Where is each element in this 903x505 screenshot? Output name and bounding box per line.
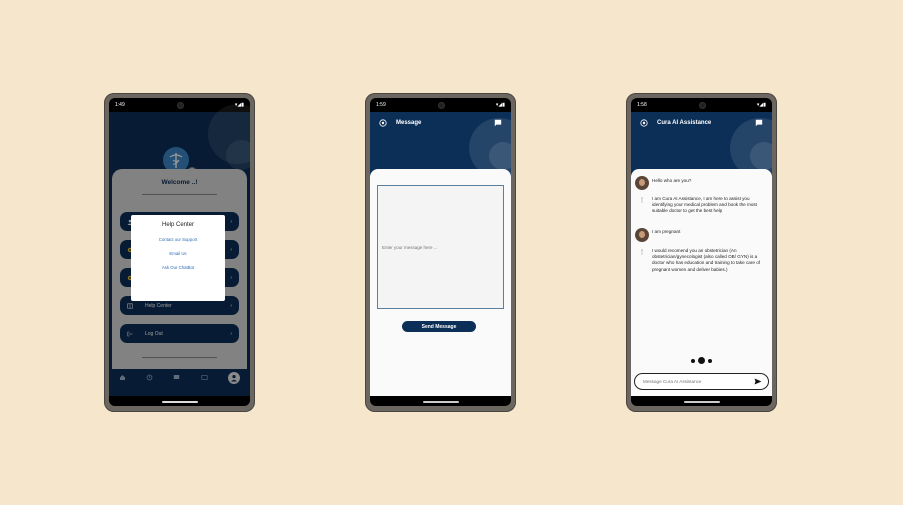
chat-message-user: I am pregnant [635, 228, 768, 242]
page-title: Cura AI Assistance [657, 120, 712, 126]
dialog-title: Help Center [161, 222, 194, 228]
phone-help-center: Welcome ..! › › › Help Center › Log Out … [104, 93, 255, 412]
message-input[interactable] [378, 186, 503, 308]
user-avatar [635, 228, 649, 242]
phone-ai-assistance: Cura AI Assistance Hello who are you? I … [626, 93, 777, 412]
status-time: 1:49 [115, 102, 125, 108]
message-body: Send Message [370, 169, 511, 396]
status-icons: ▾◢▮ [756, 102, 766, 108]
message-text: I am pregnant [652, 229, 681, 234]
phone-screen: Welcome ..! › › › Help Center › Log Out … [109, 98, 250, 406]
typing-dot [698, 357, 705, 364]
app-bar: Cura AI Assistance [631, 112, 772, 134]
app-bar: Message [370, 112, 511, 134]
user-avatar [635, 176, 649, 190]
contact-support-link[interactable]: Contact our Support [131, 237, 225, 242]
phone-message: Message Send Message 1:59 ▾◢▮ [365, 93, 516, 412]
chat-message-bot: I would recomend you an obstetrician (An… [635, 248, 768, 273]
status-time: 1:58 [637, 102, 647, 108]
home-indicator[interactable] [422, 401, 459, 403]
chat-input-bar[interactable] [634, 373, 769, 390]
help-center-dialog: Help Center Contact our Support Email Us… [131, 215, 225, 301]
chat-message-bot: I am Cura AI Assistance, I am here to as… [635, 196, 768, 215]
message-text: Hello who are you? [652, 178, 692, 183]
chat-message-user: Hello who are you? [635, 176, 768, 190]
decor-circle [489, 142, 511, 170]
chat-body: Hello who are you? I am Cura AI Assistan… [631, 169, 772, 396]
phone-screen: Cura AI Assistance Hello who are you? I … [631, 98, 772, 406]
typing-dot [691, 358, 695, 363]
home-indicator[interactable] [683, 401, 720, 403]
chat-app: Cura AI Assistance Hello who are you? I … [631, 112, 772, 396]
ask-chatbot-link[interactable]: Ask Our ChatBot [131, 265, 225, 270]
phone-screen: Message Send Message 1:59 ▾◢▮ [370, 98, 511, 406]
status-icons: ▾◢▮ [495, 102, 505, 108]
message-field[interactable] [377, 185, 504, 309]
chat-input[interactable] [641, 378, 754, 385]
message-text: I would recomend you an obstetrician (An… [652, 248, 761, 272]
email-us-link[interactable]: Email Us [131, 251, 225, 256]
status-icons: ▾◢▮ [234, 102, 244, 108]
message-app: Message Send Message [370, 112, 511, 396]
send-icon[interactable] [754, 378, 762, 385]
add-circle-icon[interactable] [640, 119, 648, 127]
decor-circle [750, 142, 772, 170]
typing-dot [708, 358, 712, 363]
add-circle-icon[interactable] [379, 119, 387, 127]
status-time: 1:59 [376, 102, 386, 108]
send-message-button[interactable]: Send Message [402, 321, 476, 332]
front-camera [699, 102, 706, 109]
front-camera [438, 102, 445, 109]
page-title: Message [396, 120, 422, 126]
typing-indicator [631, 357, 772, 364]
home-indicator[interactable] [161, 401, 198, 403]
chat-icon[interactable] [494, 119, 502, 127]
message-text: I am Cura AI Assistance, I am here to as… [652, 196, 757, 214]
bot-avatar-icon [635, 248, 649, 262]
front-camera [177, 102, 184, 109]
bot-avatar-icon [635, 196, 649, 210]
chat-icon[interactable] [755, 119, 763, 127]
